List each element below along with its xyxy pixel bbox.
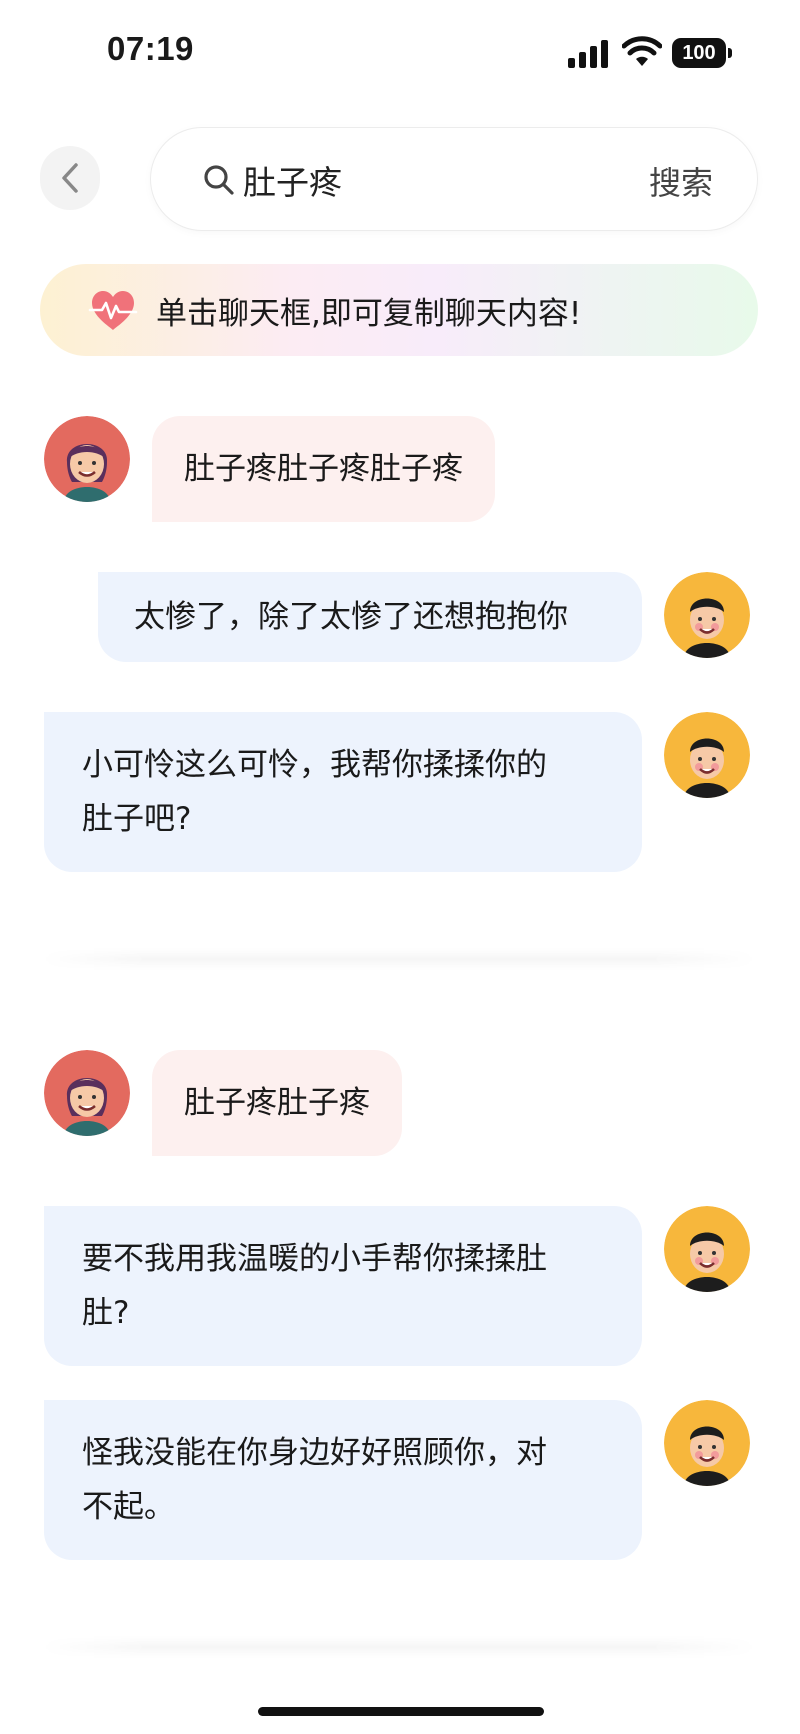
- heart-pulse-icon: [88, 291, 138, 330]
- tip-banner: 单击聊天框,即可复制聊天内容!: [40, 264, 758, 356]
- user-message-bubble[interactable]: 肚子疼肚子疼: [152, 1050, 402, 1156]
- search-input[interactable]: [243, 156, 603, 204]
- bot-message-bubble[interactable]: 要不我用我温暖的小手帮你揉揉肚 肚?: [44, 1206, 642, 1366]
- bot-message-bubble[interactable]: 小可怜这么可怜，我帮你揉揉你的 肚子吧?: [44, 712, 642, 872]
- chevron-left-icon: [62, 163, 78, 193]
- message-text-line: 小可怜这么可怜，我帮你揉揉你的: [82, 747, 547, 783]
- signal-icon: [568, 40, 608, 68]
- conversation-divider: [40, 948, 758, 970]
- bot-avatar: [664, 1206, 750, 1292]
- tip-text: 单击聊天框,即可复制聊天内容!: [156, 296, 582, 332]
- bot-avatar: [664, 1400, 750, 1486]
- bot-avatar: [664, 572, 750, 658]
- user-avatar: [44, 1050, 130, 1136]
- message-text-line: 不起。: [82, 1489, 175, 1525]
- message-text: 肚子疼肚子疼肚子疼: [184, 451, 463, 487]
- bot-avatar: [664, 712, 750, 798]
- status-bar: 07:19 100: [0, 0, 800, 104]
- search-box[interactable]: 搜索: [150, 127, 758, 231]
- message-text: 太惨了，除了太惨了还想抱抱你: [134, 599, 568, 635]
- home-indicator[interactable]: [258, 1707, 544, 1716]
- conversation-divider: [40, 1636, 758, 1658]
- message-text-line: 要不我用我温暖的小手帮你揉揉肚: [82, 1241, 547, 1277]
- search-button[interactable]: 搜索: [649, 158, 713, 204]
- user-message-bubble[interactable]: 肚子疼肚子疼肚子疼: [152, 416, 495, 522]
- message-text: 肚子疼肚子疼: [184, 1085, 370, 1121]
- chat-search-screen: 07:19 100 搜索: [0, 0, 800, 1734]
- message-text-line: 肚?: [82, 1295, 130, 1331]
- message-text-line: 肚子吧?: [82, 801, 192, 837]
- status-time: 07:19: [107, 30, 194, 67]
- bot-message-bubble[interactable]: 太惨了，除了太惨了还想抱抱你: [98, 572, 642, 662]
- battery-level: 100: [682, 42, 716, 64]
- user-avatar: [44, 416, 130, 502]
- message-text-line: 怪我没能在你身边好好照顾你，对: [82, 1435, 547, 1471]
- search-icon: [204, 165, 234, 195]
- wifi-icon: [622, 36, 662, 66]
- bot-message-bubble[interactable]: 怪我没能在你身边好好照顾你，对 不起。: [44, 1400, 642, 1560]
- back-button[interactable]: [40, 146, 100, 210]
- battery-icon: 100: [672, 38, 732, 68]
